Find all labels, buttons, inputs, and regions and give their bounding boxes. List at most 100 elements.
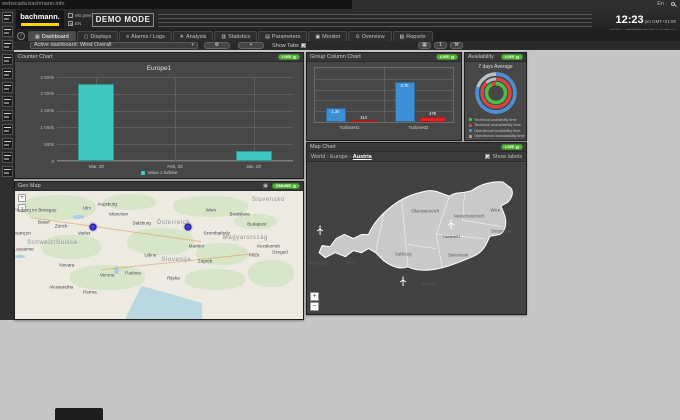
grid-icon: ▦ — [422, 42, 427, 48]
sidebar-widget-thumb[interactable] — [1, 26, 13, 37]
sidebar-widget-thumb[interactable] — [1, 82, 13, 93]
counter-chart-legend[interactable]: Value 1 turbine — [15, 170, 303, 175]
donut-legend-item[interactable]: Technical availability time — [469, 117, 525, 123]
bar-Mar-20[interactable] — [78, 83, 115, 161]
info-icon[interactable]: i — [17, 32, 25, 40]
tab-parameters[interactable]: ▤ Parameters — [258, 31, 308, 41]
language-label[interactable]: EN — [75, 21, 81, 26]
tab-displays[interactable]: ▢ Displays — [76, 31, 119, 41]
city-label-rijeka: Rijeka — [167, 275, 180, 281]
search-icon[interactable] — [671, 2, 675, 6]
online-badge[interactable]: ONLINE — [271, 183, 300, 189]
geo-map-body[interactable]: + − Schweiz/Suisse Österreich Slovenija Mag… — [15, 191, 303, 319]
sidebar-widget-thumb[interactable] — [1, 68, 13, 79]
tab-overview[interactable]: ⊙ Overview — [348, 31, 392, 41]
live-badge[interactable]: LIVE — [501, 54, 523, 60]
turbine-marker-turbine03[interactable]: Turbine03 — [394, 273, 412, 296]
show-tabs-checkbox[interactable]: ✓ — [300, 43, 306, 49]
browser-bar-right — [352, 0, 680, 9]
breadcrumb-austria[interactable]: Austria — [353, 154, 372, 160]
bar-red-Turbine02[interactable] — [419, 116, 446, 122]
live-badge[interactable]: LIVE — [436, 54, 458, 60]
show-labels-checkbox[interactable]: ✓ — [485, 154, 491, 160]
dashboard-settings-button[interactable]: ⚙ — [204, 42, 230, 49]
sidebar-widget-thumb[interactable] — [1, 54, 13, 65]
browser-language[interactable]: En — [657, 0, 664, 9]
region-label-kärnten: Kärnten — [422, 281, 437, 287]
map-chart-header[interactable]: Map Chart LIVE — [307, 143, 526, 152]
turbine-marker-turbine02[interactable]: Turbine02 — [311, 222, 329, 245]
group-column-chart-header[interactable]: Group Column Chart LIVE — [307, 53, 461, 62]
availability-title: Availability — [468, 54, 494, 60]
tab-label: Statistics — [228, 33, 251, 40]
donut-legend-item[interactable]: Operational unavailability time — [469, 134, 525, 140]
donut-legend-item[interactable]: Operational availability time — [469, 128, 525, 134]
tab-icon: ≡ — [126, 33, 130, 40]
group-column-chart-title: Group Column Chart — [310, 54, 361, 60]
donut-legend-item[interactable]: Technical unavailability time — [469, 123, 525, 129]
badge-knob — [516, 145, 519, 149]
show-tabs-toggle[interactable]: Show Tabs ✓ — [272, 43, 306, 49]
zoom-out-button[interactable]: − — [310, 302, 319, 311]
country-label-magyarorsz-g: Magyarország — [222, 235, 268, 242]
bar-value-label: 479 — [429, 111, 436, 117]
city-label-szeged: Szeged — [272, 249, 288, 255]
breadcrumb-world[interactable]: World — [311, 154, 325, 160]
bar-Jan-20[interactable] — [235, 150, 272, 161]
show-tabs-label: Show Tabs — [272, 42, 299, 49]
sidebar-widget-thumb[interactable] — [1, 12, 13, 23]
sidebar-widget-thumb[interactable] — [1, 124, 13, 135]
live-badge[interactable]: LIVE — [278, 54, 300, 60]
tab-alarms-logs[interactable]: ≡ Alarms / Logs — [119, 31, 172, 41]
breadcrumb-europe[interactable]: Europe — [330, 154, 348, 160]
city-label-parma: Parma — [83, 289, 97, 295]
tab-analysis[interactable]: ✳ Analysis — [172, 31, 214, 41]
x-axis-label: Feb, 20 — [167, 164, 183, 169]
x-axis-label: Turbine01 — [339, 125, 360, 130]
app-window: webscada.bachmann.info En bachmann. → M1 … — [0, 0, 680, 420]
layers-icon[interactable]: ▣ — [263, 183, 268, 189]
x-axis-label: Turbine02 — [408, 125, 429, 130]
tab-reports[interactable]: ▧ Reports — [392, 31, 433, 41]
demo-mode-banner: DEMO MODE — [92, 13, 154, 27]
legend-label: Operational availability time — [474, 128, 521, 133]
tab-statistics[interactable]: ▥ Statistics — [214, 31, 258, 41]
live-badge[interactable]: LIVE — [501, 144, 523, 150]
sidebar-widget-thumb[interactable] — [1, 40, 13, 51]
show-labels-toggle[interactable]: ✓ Show labels — [485, 154, 522, 160]
tab-label: Displays — [90, 33, 112, 40]
austria-map[interactable]: + − Vorarlberg Tirol Salzburg Oberösterreic… — [307, 163, 526, 314]
map-chart-title: Map Chart — [310, 144, 336, 150]
sidebar-widget-thumb[interactable] — [1, 110, 13, 121]
site-marker-2[interactable] — [184, 223, 192, 231]
tools-button[interactable]: ⚒ — [450, 42, 463, 49]
breadcrumb: World › Europe › Austria — [311, 154, 372, 160]
counter-chart-title: Counter Chart — [18, 54, 53, 60]
dashboard-toolbar: Active dashboard: Wind Overall ▾ ⚙ + Sho… — [0, 41, 680, 50]
add-dashboard-button[interactable]: + — [238, 42, 264, 49]
counter-chart-header[interactable]: Counter Chart LIVE — [15, 53, 303, 62]
sidebar-widget-thumb[interactable] — [1, 152, 13, 163]
availability-header[interactable]: Availability LIVE — [465, 53, 526, 62]
chevron-down-icon: ▾ — [191, 42, 194, 48]
tab-monitor[interactable]: ▣ Monitor — [308, 31, 348, 41]
sidebar-widget-thumb[interactable] — [1, 96, 13, 107]
map-chart-panel: Map Chart LIVE World › Europe › Austria … — [306, 142, 527, 315]
geo-map-header[interactable]: Geo Map ▣ ONLINE — [15, 182, 303, 191]
sidebar-widget-thumb[interactable] — [1, 138, 13, 149]
tab-dashboard[interactable]: ▦ Dashboard — [28, 31, 76, 41]
turbine-marker-turbine01[interactable]: Turbine01 — [443, 216, 460, 239]
sidebar-widget-thumb[interactable] — [1, 166, 13, 177]
bar-red-Turbine01[interactable] — [350, 120, 377, 122]
tab-icon: ▥ — [221, 33, 227, 40]
badge-knob — [516, 55, 519, 59]
login-icon: → — [68, 12, 73, 18]
zoom-in-button[interactable]: + — [310, 292, 319, 301]
zoom-in-button[interactable]: + — [18, 194, 26, 202]
active-dashboard-select[interactable]: Active dashboard: Wind Overall ▾ — [30, 42, 198, 49]
gridline — [57, 161, 293, 162]
tab-bar: i ▦ Dashboard ▢ Displays ≡ Alarms / Logs ✳ Anal… — [0, 30, 680, 41]
widget-grid-button[interactable]: ▦ — [418, 42, 431, 49]
site-marker-1[interactable] — [89, 223, 97, 231]
monitor-select-button[interactable]: 1 — [434, 42, 447, 49]
